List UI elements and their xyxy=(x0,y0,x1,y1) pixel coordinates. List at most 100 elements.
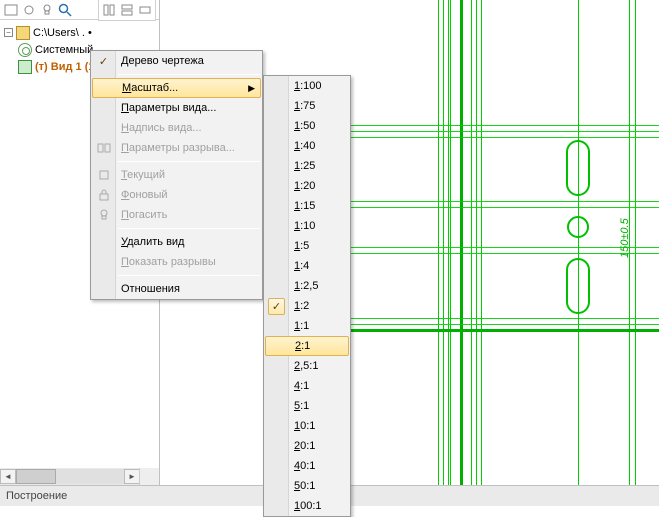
ctx-item-scale[interactable]: Масштаб... ▶ xyxy=(92,78,261,98)
scale-option[interactable]: 1:4 xyxy=(264,256,350,276)
scale-option[interactable]: 1:100 xyxy=(264,76,350,96)
slot-top xyxy=(566,140,590,196)
toolbar-icon-2[interactable] xyxy=(22,3,36,17)
ctx-item-relations[interactable]: Отношения xyxy=(91,279,262,299)
ctx-item-break-params: Параметры разрыва... xyxy=(91,138,262,158)
scale-option[interactable]: 5:1 xyxy=(264,396,350,416)
hline xyxy=(351,324,659,325)
scale-option[interactable]: 100:1 xyxy=(264,496,350,516)
bulb-icon[interactable] xyxy=(40,3,54,17)
scale-option-label: 4:1 xyxy=(294,380,309,392)
scale-option-label: 10:1 xyxy=(294,420,315,432)
vline xyxy=(438,0,439,485)
mini-icon-3[interactable] xyxy=(138,3,152,17)
scale-option[interactable]: 2,5:1 xyxy=(264,356,350,376)
scale-option-label: 1:2,5 xyxy=(294,280,318,292)
vline xyxy=(578,0,579,485)
scroll-right-button[interactable]: ► xyxy=(124,469,140,484)
scale-option-label: 1:40 xyxy=(294,140,315,152)
ctx-label: Погасить xyxy=(121,209,167,221)
ctx-label: Параметры вида... xyxy=(121,102,216,114)
status-mode: Построение xyxy=(6,490,67,502)
slot-bottom xyxy=(566,258,590,314)
hline xyxy=(351,207,659,208)
expander-icon[interactable]: − xyxy=(4,28,13,37)
ctx-item-view-caption: Надпись вида... xyxy=(91,118,262,138)
ctx-item-current: Текущий xyxy=(91,165,262,185)
ctx-label: Параметры разрыва... xyxy=(121,142,235,154)
scale-option[interactable]: 1:25 xyxy=(264,156,350,176)
scale-option[interactable]: 1:15 xyxy=(264,196,350,216)
hline xyxy=(351,201,659,202)
ctx-item-drawing-tree[interactable]: ✓ Дерево чертежа xyxy=(91,51,262,71)
ctx-separator xyxy=(118,74,260,75)
scale-option[interactable]: 10:1 xyxy=(264,416,350,436)
scale-option-label: 1:4 xyxy=(294,260,309,272)
mini-icon-2[interactable] xyxy=(120,3,134,17)
vline xyxy=(476,0,477,485)
ctx-label: Удалить вид xyxy=(121,236,184,248)
scale-option[interactable]: ✓1:2 xyxy=(264,296,350,316)
ctx-item-view-params[interactable]: Параметры вида... xyxy=(91,98,262,118)
scale-option[interactable]: 40:1 xyxy=(264,456,350,476)
vline xyxy=(481,0,482,485)
gear-icon xyxy=(18,43,32,57)
scale-option-label: 1:10 xyxy=(294,220,315,232)
tree-system-label: Системный xyxy=(35,44,93,56)
ctx-label: Надпись вида... xyxy=(121,122,202,134)
scale-option[interactable]: 1:75 xyxy=(264,96,350,116)
vline xyxy=(450,0,451,485)
ctx-label: Дерево чертежа xyxy=(121,55,204,67)
vline xyxy=(443,0,444,485)
lock-icon xyxy=(96,188,111,203)
mini-icon-row xyxy=(98,0,156,21)
ctx-label: Показать разрывы xyxy=(121,256,216,268)
hline xyxy=(351,253,659,254)
submenu-arrow-icon: ▶ xyxy=(248,83,255,94)
tree-row-root[interactable]: − C:\Users\ . • xyxy=(2,24,157,41)
current-icon xyxy=(96,168,111,183)
vline-thick xyxy=(460,0,463,485)
scale-option-label: 20:1 xyxy=(294,440,315,452)
scale-option-label: 2:1 xyxy=(295,340,310,352)
scale-option[interactable]: 2:1 xyxy=(265,336,349,356)
scale-option-label: 1:75 xyxy=(294,100,315,112)
bulb-off-icon xyxy=(96,208,111,223)
scroll-track[interactable] xyxy=(16,469,124,484)
scale-option-label: 1:100 xyxy=(294,80,322,92)
scale-option[interactable]: 1:1 xyxy=(264,316,350,336)
scale-option[interactable]: 50:1 xyxy=(264,476,350,496)
scale-option[interactable]: 1:5 xyxy=(264,236,350,256)
ctx-label: Масштаб... xyxy=(122,82,178,94)
hline xyxy=(351,125,659,126)
folder-icon xyxy=(16,26,30,40)
ctx-item-show-breaks: Показать разрывы xyxy=(91,252,262,272)
scale-option-label: 100:1 xyxy=(294,500,322,512)
mini-icon-1[interactable] xyxy=(102,3,116,17)
tree-h-scrollbar[interactable]: ◄ ► xyxy=(0,468,140,485)
scale-option[interactable]: 1:10 xyxy=(264,216,350,236)
scale-option-label: 1:1 xyxy=(294,320,309,332)
scale-option-label: 50:1 xyxy=(294,480,315,492)
scale-option[interactable]: 1:50 xyxy=(264,116,350,136)
scale-option[interactable]: 1:20 xyxy=(264,176,350,196)
scroll-left-button[interactable]: ◄ xyxy=(0,469,16,484)
scale-option-label: 1:2 xyxy=(294,300,309,312)
hline xyxy=(351,247,659,248)
ctx-item-background: Фоновый xyxy=(91,185,262,205)
ctx-item-delete-view[interactable]: Удалить вид xyxy=(91,232,262,252)
tree-view-label: (т) Вид 1 (1: xyxy=(35,61,98,73)
scroll-thumb[interactable] xyxy=(16,469,56,484)
scale-option[interactable]: 1:40 xyxy=(264,136,350,156)
tree-corner xyxy=(139,468,159,485)
view-icon xyxy=(18,60,32,74)
scale-option[interactable]: 1:2,5 xyxy=(264,276,350,296)
vline xyxy=(448,0,449,485)
scale-option[interactable]: 4:1 xyxy=(264,376,350,396)
scale-option-label: 2,5:1 xyxy=(294,360,318,372)
scale-option-label: 5:1 xyxy=(294,400,309,412)
hline xyxy=(351,318,659,319)
toolbar-icon-1[interactable] xyxy=(4,3,18,17)
zoom-icon[interactable] xyxy=(58,3,72,17)
scale-option[interactable]: 20:1 xyxy=(264,436,350,456)
